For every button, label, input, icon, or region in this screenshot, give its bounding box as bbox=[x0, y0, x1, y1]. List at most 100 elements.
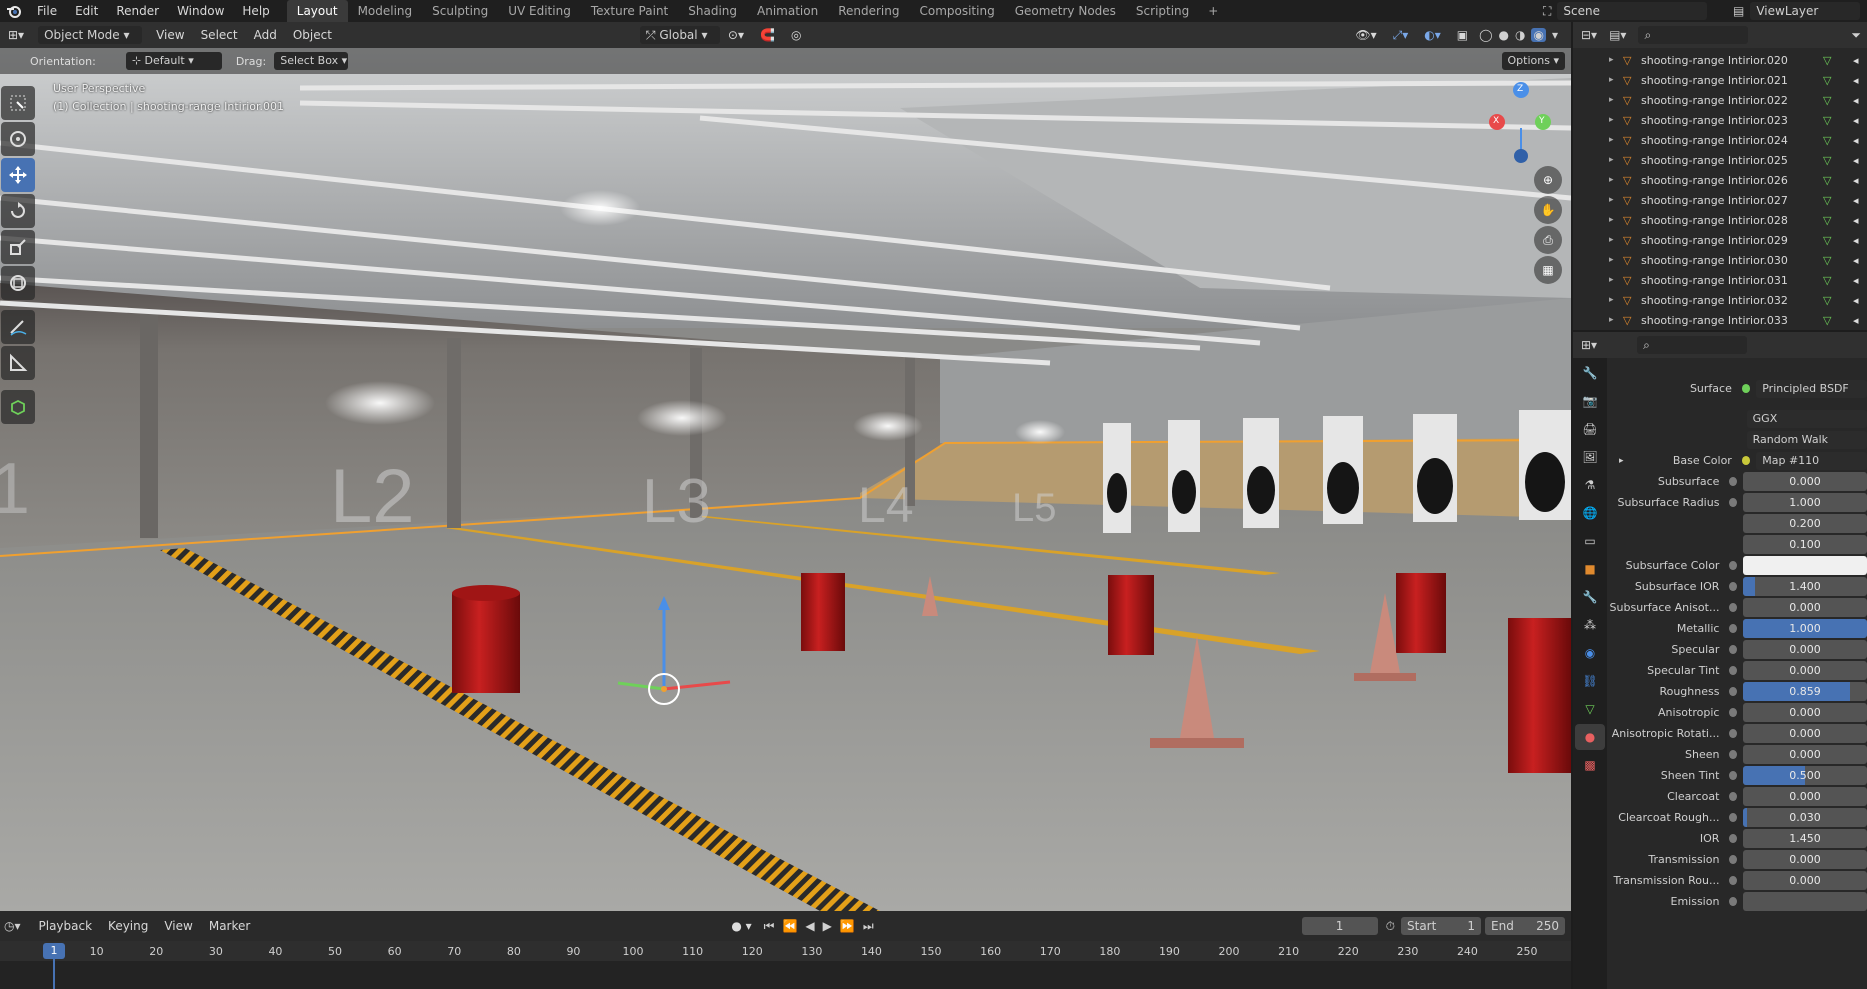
viewport-menu-select[interactable]: Select bbox=[193, 22, 246, 48]
data-tab-icon[interactable]: ▽ bbox=[1575, 696, 1605, 722]
cursor-icon[interactable] bbox=[1, 122, 35, 156]
property-value-field[interactable]: 1.000 bbox=[1743, 619, 1867, 638]
tab-rendering[interactable]: Rendering bbox=[828, 0, 909, 22]
jump-end-icon[interactable]: ⏭ bbox=[863, 919, 874, 934]
mesh-data-icon[interactable]: ▽ bbox=[1823, 234, 1853, 247]
expand-arrow-icon[interactable]: ▸ bbox=[1609, 55, 1623, 65]
tab-sculpting[interactable]: Sculpting bbox=[422, 0, 498, 22]
expand-arrow-icon[interactable]: ▸ bbox=[1609, 215, 1623, 225]
surface-shader-field[interactable]: Principled BSDF bbox=[1756, 379, 1867, 398]
visibility-eye-icon[interactable]: ◂ bbox=[1853, 94, 1867, 107]
tab-shading[interactable]: Shading bbox=[678, 0, 747, 22]
tab-animation[interactable]: Animation bbox=[747, 0, 828, 22]
pivot-icon[interactable]: ⊙▾ bbox=[720, 22, 752, 48]
particles-tab-icon[interactable]: ⁂ bbox=[1575, 612, 1605, 638]
viewport-menu-object[interactable]: Object bbox=[285, 22, 340, 48]
record-icon[interactable]: ● ▾ bbox=[731, 919, 751, 933]
property-value-field[interactable]: 0.500 bbox=[1743, 766, 1867, 785]
outliner-item[interactable]: ▸ ▽ shooting-range Intirior.033 ▽ ◂ bbox=[1573, 310, 1867, 330]
property-value-field[interactable]: 0.000 bbox=[1743, 472, 1867, 491]
visibility-eye-icon[interactable]: ◂ bbox=[1853, 74, 1867, 87]
tool-tab-icon[interactable]: 🔧 bbox=[1575, 360, 1605, 386]
timeline-menu-marker[interactable]: Marker bbox=[201, 913, 258, 939]
mesh-data-icon[interactable]: ▽ bbox=[1823, 194, 1853, 207]
menu-help[interactable]: Help bbox=[233, 0, 278, 22]
3d-viewport[interactable]: 1 L2 L3 L4 L5 Z X Y User Perspective (1)… bbox=[0, 48, 1571, 911]
zoom-icon[interactable]: ⊕ bbox=[1534, 166, 1562, 194]
base-color-expand-icon[interactable]: ▸ bbox=[1619, 456, 1624, 466]
expand-arrow-icon[interactable]: ▸ bbox=[1609, 95, 1623, 105]
property-value-field[interactable]: 0.859 bbox=[1743, 682, 1867, 701]
filter-icon[interactable]: ⏷ bbox=[1851, 28, 1861, 43]
next-keyframe-icon[interactable]: ⏩ bbox=[840, 919, 855, 933]
visibility-icon[interactable]: 👁▾ bbox=[1347, 22, 1384, 48]
property-value-field[interactable]: 1.400 bbox=[1743, 577, 1867, 596]
property-value-field[interactable]: 0.000 bbox=[1743, 724, 1867, 743]
end-frame-field[interactable]: End 250 bbox=[1485, 917, 1565, 935]
property-value-field[interactable]: 0.000 bbox=[1743, 640, 1867, 659]
outliner-item[interactable]: ▸ ▽ shooting-range Intirior.025 ▽ ◂ bbox=[1573, 150, 1867, 170]
overlay-toggle-icon[interactable]: ◐▾ bbox=[1416, 22, 1449, 48]
proportional-edit-icon[interactable]: ◎ bbox=[783, 22, 809, 48]
output-tab-icon[interactable]: 🖨 bbox=[1575, 416, 1605, 442]
mesh-data-icon[interactable]: ▽ bbox=[1823, 134, 1853, 147]
play-reverse-icon[interactable]: ◀ bbox=[805, 919, 814, 933]
display-mode-icon[interactable]: ▤▾ bbox=[1609, 28, 1626, 42]
texture-tab-icon[interactable]: ▩ bbox=[1575, 752, 1605, 778]
annotate-icon[interactable] bbox=[1, 310, 35, 344]
expand-arrow-icon[interactable]: ▸ bbox=[1609, 275, 1623, 285]
base-color-texture-field[interactable]: Map #110 bbox=[1756, 451, 1867, 470]
mesh-data-icon[interactable]: ▽ bbox=[1823, 154, 1853, 167]
menu-file[interactable]: File bbox=[28, 0, 66, 22]
prev-keyframe-icon[interactable]: ⏪ bbox=[782, 919, 797, 933]
tab-uv-editing[interactable]: UV Editing bbox=[498, 0, 581, 22]
mesh-data-icon[interactable]: ▽ bbox=[1823, 214, 1853, 227]
property-value-field[interactable]: 0.030 bbox=[1743, 808, 1867, 827]
scene-selector[interactable]: ⛶ Scene bbox=[1537, 2, 1727, 20]
mesh-data-icon[interactable]: ▽ bbox=[1823, 314, 1853, 327]
rendered-shading-icon[interactable]: ◉ bbox=[1531, 28, 1546, 42]
menu-edit[interactable]: Edit bbox=[66, 0, 107, 22]
subsurface-method-select[interactable]: Random Walk bbox=[1746, 430, 1867, 449]
tab-geometry-nodes[interactable]: Geometry Nodes bbox=[1005, 0, 1126, 22]
outliner-item[interactable]: ▸ ▽ shooting-range Intirior.028 ▽ ◂ bbox=[1573, 210, 1867, 230]
mesh-data-icon[interactable]: ▽ bbox=[1823, 174, 1853, 187]
current-frame-field[interactable]: 1 bbox=[1301, 917, 1378, 935]
visibility-eye-icon[interactable]: ◂ bbox=[1853, 194, 1867, 207]
world-tab-icon[interactable]: 🌐 bbox=[1575, 500, 1605, 526]
outliner-item[interactable]: ▸ ▽ shooting-range Intirior.020 ▽ ◂ bbox=[1573, 50, 1867, 70]
property-value-field[interactable]: 0.000 bbox=[1743, 850, 1867, 869]
visibility-eye-icon[interactable]: ◂ bbox=[1853, 154, 1867, 167]
property-value-field[interactable]: 1.450 bbox=[1743, 829, 1867, 848]
tab-scripting[interactable]: Scripting bbox=[1126, 0, 1199, 22]
tab-compositing[interactable]: Compositing bbox=[909, 0, 1004, 22]
material-shading-icon[interactable]: ◑ bbox=[1515, 28, 1525, 42]
properties-editor-type-icon[interactable]: ⊞▾ bbox=[1581, 338, 1597, 352]
timeline-menu-view[interactable]: View bbox=[156, 913, 200, 939]
expand-arrow-icon[interactable]: ▸ bbox=[1609, 195, 1623, 205]
solid-shading-icon[interactable]: ● bbox=[1499, 28, 1509, 42]
expand-arrow-icon[interactable]: ▸ bbox=[1609, 255, 1623, 265]
property-value-field[interactable]: 0.200 bbox=[1743, 514, 1867, 533]
outliner-item[interactable]: ▸ ▽ shooting-range Intirior.029 ▽ ◂ bbox=[1573, 230, 1867, 250]
property-value-field[interactable]: 0.000 bbox=[1743, 871, 1867, 890]
distribution-select[interactable]: GGX bbox=[1746, 409, 1867, 428]
add-cube-icon[interactable] bbox=[1, 390, 35, 424]
menu-window[interactable]: Window bbox=[168, 0, 233, 22]
options-button[interactable]: Options ▾ bbox=[1501, 52, 1565, 70]
property-value-field[interactable]: 1.000 bbox=[1743, 493, 1867, 512]
visibility-eye-icon[interactable]: ◂ bbox=[1853, 294, 1867, 307]
outliner-item[interactable]: ▸ ▽ shooting-range Intirior.022 ▽ ◂ bbox=[1573, 90, 1867, 110]
timeline-menu-playback[interactable]: Playback bbox=[31, 913, 101, 939]
mesh-data-icon[interactable]: ▽ bbox=[1823, 74, 1853, 87]
visibility-eye-icon[interactable]: ◂ bbox=[1853, 234, 1867, 247]
scale-icon[interactable] bbox=[1, 230, 35, 264]
property-value-field[interactable]: 0.000 bbox=[1743, 745, 1867, 764]
outliner-item[interactable]: ▸ ▽ shooting-range Intirior.027 ▽ ◂ bbox=[1573, 190, 1867, 210]
expand-arrow-icon[interactable]: ▸ bbox=[1609, 295, 1623, 305]
property-value-field[interactable]: 0.000 bbox=[1743, 598, 1867, 617]
transform-icon[interactable] bbox=[1, 266, 35, 300]
rotate-icon[interactable] bbox=[1, 194, 35, 228]
mesh-data-icon[interactable]: ▽ bbox=[1823, 254, 1853, 267]
outliner-editor-type-icon[interactable]: ⊟▾ bbox=[1581, 28, 1597, 42]
